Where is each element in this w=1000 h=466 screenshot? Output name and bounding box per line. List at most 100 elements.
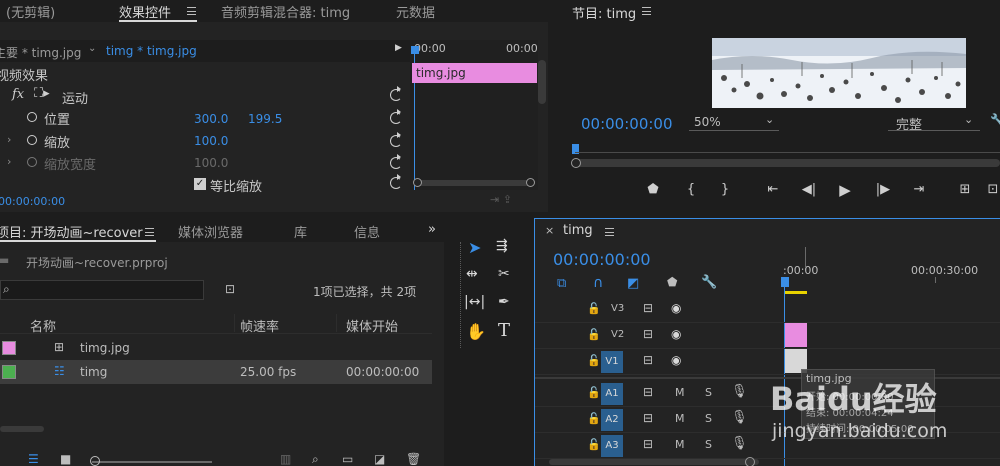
program-timecode[interactable]: 00:00:00:00 — [581, 115, 673, 133]
stopwatch-scale-icon[interactable] — [27, 135, 37, 145]
automate-icon[interactable]: ▥ — [280, 452, 291, 466]
go-to-out-icon[interactable]: ⇥ — [910, 182, 928, 197]
position-x-value[interactable]: 300.0 — [194, 112, 228, 126]
track-lock-icon[interactable]: 🔓 — [587, 386, 601, 399]
eye-icon[interactable]: ◉ — [671, 353, 681, 367]
track-lock-icon[interactable]: 🔓 — [587, 412, 601, 425]
razor-tool-icon[interactable]: ✂ — [498, 266, 510, 282]
mute-button[interactable]: M — [675, 386, 685, 399]
snap-magnet-icon[interactable]: ∩ — [593, 275, 603, 291]
timeline-settings-wrench-icon[interactable]: 🔧 — [701, 275, 717, 290]
tab-info[interactable]: 信息 — [354, 222, 380, 241]
ripple-edit-tool-icon[interactable]: ⇹ — [466, 266, 478, 282]
zoom-slider[interactable] — [92, 461, 212, 463]
toggle-sync-lock-icon[interactable]: ⊟ — [643, 411, 653, 425]
track-lock-icon[interactable]: 🔓 — [587, 438, 601, 451]
stopwatch-position-icon[interactable] — [27, 112, 37, 122]
clip-label[interactable]: timg * timg.jpg — [106, 44, 197, 58]
close-sequence-icon[interactable]: × — [545, 224, 554, 237]
program-scroll-knob[interactable] — [571, 158, 581, 168]
reset-scale-width-icon[interactable] — [390, 154, 402, 169]
mark-in-icon[interactable]: { — [682, 182, 700, 197]
mic-icon[interactable]: 🎙 — [731, 410, 748, 425]
tab-libraries[interactable]: 库 — [294, 222, 307, 241]
linked-selection-icon[interactable]: ◩ — [627, 276, 639, 291]
find-icon[interactable]: ⌕ — [312, 452, 319, 466]
work-area-bar[interactable] — [785, 291, 807, 294]
sequence-tab[interactable]: timg — [563, 223, 593, 238]
mute-button[interactable]: M — [675, 412, 685, 425]
step-back-icon[interactable]: ◀| — [800, 182, 818, 197]
mute-button[interactable]: M — [675, 438, 685, 451]
solo-button[interactable]: S — [705, 438, 712, 451]
label-color-swatch[interactable] — [2, 365, 16, 379]
source-patch-v1[interactable]: V1 — [601, 351, 623, 373]
track-lock-icon[interactable]: 🔓 — [587, 354, 601, 367]
source-patch-a1[interactable]: A1 — [601, 383, 623, 405]
program-scrollbar[interactable] — [572, 159, 1000, 167]
quality-chevron-icon[interactable]: ⌄ — [964, 113, 973, 126]
track-lock-icon[interactable]: 🔓 — [587, 302, 601, 315]
timeline-timecode[interactable]: 00:00:00:00 — [553, 250, 651, 269]
zoom-chevron-icon[interactable]: ⌄ — [765, 113, 774, 126]
effect-timecode[interactable]: 00:00:00:00 — [0, 195, 65, 208]
settings-wrench-icon[interactable]: 🔧 — [990, 113, 1000, 127]
mic-icon[interactable]: 🎙 — [731, 436, 748, 451]
toggle-sync-lock-icon[interactable]: ⊟ — [643, 327, 653, 341]
zoom-slider-knob[interactable] — [90, 456, 100, 466]
mark-out-icon[interactable]: } — [716, 182, 734, 197]
label-color-swatch[interactable] — [2, 341, 16, 355]
toggle-sync-lock-icon[interactable]: ⊟ — [643, 385, 653, 399]
mini-playhead-head[interactable] — [411, 46, 419, 54]
mic-icon[interactable]: 🎙 — [731, 384, 748, 399]
add-marker-icon[interactable]: ⬟ — [644, 182, 662, 197]
toggle-sync-lock-icon[interactable]: ⊟ — [643, 437, 653, 451]
column-divider[interactable] — [234, 314, 235, 332]
column-fps[interactable]: 帧速率 — [240, 316, 279, 335]
track-label[interactable]: V2 — [611, 329, 624, 340]
timeline-hscrollbar[interactable] — [549, 459, 759, 465]
table-row[interactable]: ⊞ timg.jpg — [0, 336, 432, 360]
track-label[interactable]: V3 — [611, 303, 624, 314]
clip-bar[interactable]: timg.jpg — [412, 63, 537, 83]
tab-audio-clip-mixer[interactable]: 音频剪辑混合器: timg — [221, 2, 350, 21]
expand-scale-width-chevron-icon[interactable]: › — [7, 155, 11, 168]
track-select-tool-icon[interactable]: ⇶ — [496, 238, 508, 254]
delete-icon[interactable]: 🗑 — [406, 452, 421, 466]
zoom-select[interactable]: 50% — [694, 115, 721, 129]
uniform-scale-checkbox[interactable]: ✓ — [194, 178, 206, 190]
program-menu-icon[interactable] — [642, 7, 651, 15]
reset-scale-icon[interactable] — [390, 132, 402, 147]
solo-button[interactable]: S — [705, 412, 712, 425]
play-icon[interactable]: ▶ — [836, 181, 854, 199]
timeline-clip-pink[interactable] — [785, 323, 807, 347]
slip-tool-icon[interactable]: |↔| — [464, 294, 485, 310]
new-bin-from-search-icon[interactable]: ⊡ — [225, 282, 235, 296]
table-row[interactable]: ☷ timg 25.00 fps 00:00:00:00 — [0, 360, 432, 384]
stopwatch-scale-width-icon[interactable] — [27, 157, 37, 167]
reset-uniform-scale-icon[interactable] — [390, 174, 402, 189]
lift-icon[interactable]: ⊞ — [956, 182, 974, 197]
transform-icon[interactable]: ⛶▸ — [34, 86, 50, 101]
expand-scale-chevron-icon[interactable]: › — [7, 133, 11, 146]
clip-dropdown-chevron-icon[interactable]: ⌄ — [88, 43, 96, 54]
project-menu-icon[interactable] — [145, 228, 154, 236]
master-clip-label[interactable]: 主要 * timg.jpg — [0, 44, 81, 61]
toggle-sync-lock-icon[interactable]: ⊟ — [643, 353, 653, 367]
mini-scrollbar-left-knob[interactable] — [413, 178, 422, 187]
eye-icon[interactable]: ◉ — [671, 327, 681, 341]
panel-menu-icon[interactable] — [187, 7, 196, 15]
source-patch-a3[interactable]: A3 — [601, 435, 623, 457]
source-patch-a2[interactable]: A2 — [601, 409, 623, 431]
project-hscrollbar[interactable] — [0, 426, 44, 432]
scale-value[interactable]: 100.0 — [194, 134, 228, 148]
toggle-sync-lock-icon[interactable]: ⊟ — [643, 301, 653, 315]
solo-button[interactable]: S — [705, 386, 712, 399]
play-triangle-icon[interactable]: ▶ — [395, 43, 402, 53]
icon-view-icon[interactable]: ■ — [60, 452, 71, 466]
program-ruler[interactable] — [575, 152, 1000, 153]
timeline-scroll-knob[interactable] — [745, 457, 755, 466]
project-search-input[interactable]: ⌕ — [0, 280, 204, 300]
position-y-value[interactable]: 199.5 — [248, 112, 282, 126]
tab-metadata[interactable]: 元数据 — [396, 2, 435, 21]
